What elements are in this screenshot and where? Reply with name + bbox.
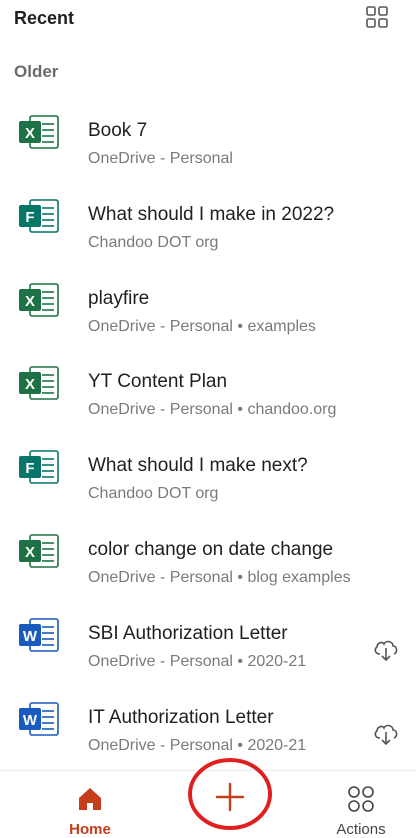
word-file-icon: W — [19, 617, 59, 652]
file-list-item[interactable]: Xplayfire OneDrive - Personal • examples — [0, 258, 416, 342]
page-title: Recent — [14, 8, 75, 28]
forms-file-icon: F — [19, 450, 59, 484]
file-list-item[interactable]: W SBI Authorization Letter OneDrive - Pers… — [0, 593, 416, 677]
file-location: Chandoo DOT org — [88, 233, 219, 251]
file-location: OneDrive - Personal — [88, 150, 233, 167]
file-list-item[interactable]: F What should I make in 2022? Chandoo DOT … — [0, 174, 416, 258]
word-file-icon: W — [19, 701, 59, 736]
plus-icon — [215, 782, 245, 812]
file-location: OneDrive - Personal • chandoo.org — [88, 401, 337, 419]
file-list-item[interactable]: X Book 7 OneDrive - Personal — [0, 90, 416, 174]
grid-view-icon[interactable] — [366, 6, 388, 28]
cloud-download-icon[interactable] — [372, 721, 400, 747]
forms-file-icon: F — [19, 198, 59, 233]
file-title: color change on date change — [88, 539, 334, 560]
nav-actions-label: Actions — [336, 821, 386, 838]
file-type-letter: W — [23, 628, 38, 645]
file-list-item[interactable]: Xcolor change on date change OneDrive - P… — [0, 509, 416, 593]
file-type-letter: W — [23, 712, 38, 729]
file-location: OneDrive - Personal • 2020-21 — [88, 736, 307, 754]
file-title: SBI Authorization Letter — [88, 622, 288, 644]
nav-home-button[interactable]: Home — [58, 777, 122, 838]
file-title: What should I make in 2022? — [88, 203, 335, 225]
file-type-letter: X — [25, 376, 35, 393]
nav-actions-button[interactable]: Actions — [326, 777, 396, 838]
nav-home-label: Home — [69, 821, 111, 838]
file-list-item[interactable]: X YT Content Plan OneDrive - Personal • ch… — [0, 341, 416, 425]
file-location: OneDrive - Personal • examples — [88, 317, 316, 335]
file-title: YT Content Plan — [88, 371, 228, 393]
excel-file-icon: X — [19, 115, 59, 149]
section-heading-older: Older — [14, 62, 59, 81]
file-location: OneDrive - Personal • 2020-21 — [88, 652, 307, 670]
file-type-letter: X — [25, 544, 35, 561]
file-type-letter: X — [25, 293, 35, 310]
file-type-letter: F — [25, 209, 34, 226]
excel-file-icon: X — [19, 534, 59, 568]
file-title: IT Authorization Letter — [88, 706, 274, 728]
actions-icon — [348, 786, 374, 812]
file-type-letter: F — [25, 460, 34, 477]
excel-file-icon: X — [19, 282, 59, 317]
file-list-item[interactable]: W IT Authorization Letter OneDrive - Perso… — [0, 677, 416, 761]
file-title: playfire — [88, 287, 150, 309]
file-type-letter: X — [25, 125, 35, 142]
home-icon — [79, 788, 101, 810]
file-title: Book 7 — [88, 120, 148, 141]
file-location: Chandoo DOT org — [88, 485, 219, 503]
file-list-item[interactable]: F What should I make next? Chandoo DOT org — [0, 425, 416, 509]
excel-file-icon: X — [19, 366, 59, 401]
file-location: OneDrive - Personal • blog examples — [88, 569, 351, 586]
app-header: Recent — [0, 0, 416, 40]
create-new-button[interactable] — [186, 754, 274, 830]
cloud-download-icon[interactable] — [372, 637, 400, 663]
file-title: What should I make next? — [88, 455, 308, 477]
